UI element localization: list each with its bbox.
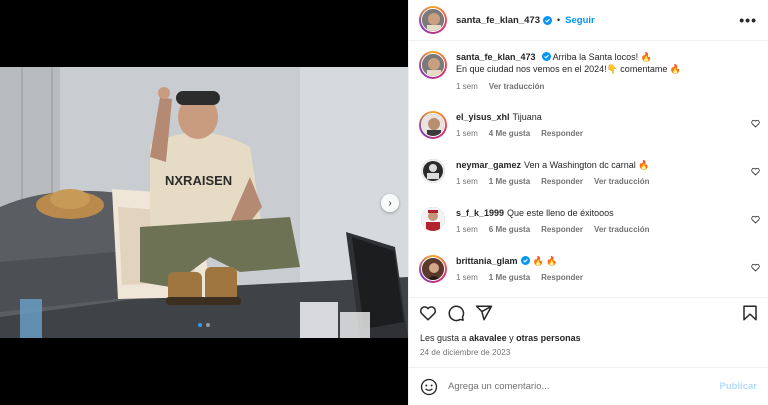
comment-avatar[interactable] bbox=[419, 111, 447, 139]
post-side-panel: santa_fe_klan_473 • Seguir ••• santa_fe_… bbox=[408, 0, 768, 405]
reply-button[interactable]: Responder bbox=[541, 273, 583, 282]
carousel-next-button[interactable]: › bbox=[381, 194, 399, 212]
heart-icon[interactable] bbox=[419, 304, 437, 322]
reply-button[interactable]: Responder bbox=[541, 177, 583, 186]
heart-icon[interactable] bbox=[751, 167, 760, 176]
caption-item: santa_fe_klan_473 Arriba la Santa locos!… bbox=[419, 51, 764, 91]
more-options-icon[interactable]: ••• bbox=[739, 12, 757, 28]
comment-avatar-image bbox=[421, 257, 445, 281]
likes-joiner: y bbox=[509, 333, 514, 343]
post-action-bar bbox=[409, 297, 768, 327]
caption-avatar[interactable] bbox=[419, 51, 447, 79]
comment-likes[interactable]: 6 Me gusta bbox=[489, 225, 530, 234]
caption-username[interactable]: santa_fe_klan_473 bbox=[456, 52, 536, 62]
post-media-panel: NXRAISEN › bbox=[0, 0, 408, 405]
caption-translate-link[interactable]: Ver traducción bbox=[489, 82, 545, 91]
comments-list[interactable]: santa_fe_klan_473 Arriba la Santa locos!… bbox=[409, 41, 768, 297]
share-icon[interactable] bbox=[475, 304, 493, 322]
comment-avatar[interactable] bbox=[421, 207, 445, 231]
carousel-dot bbox=[206, 323, 210, 327]
bookmark-icon[interactable] bbox=[741, 304, 759, 322]
comment-avatar-image bbox=[421, 113, 445, 137]
caption-time: 1 sem bbox=[456, 82, 478, 91]
post-date[interactable]: 24 de diciembre de 2023 bbox=[420, 348, 510, 357]
separator-dot: • bbox=[556, 15, 561, 25]
post-photo[interactable]: NXRAISEN bbox=[0, 67, 408, 338]
liked-by-user[interactable]: akavalee bbox=[469, 333, 507, 343]
caption-line-2: En que ciudad nos vemos en el 2024!👇 com… bbox=[456, 64, 682, 74]
comment-icon[interactable] bbox=[447, 304, 465, 322]
caption-text: santa_fe_klan_473 Arriba la Santa locos!… bbox=[456, 51, 764, 75]
comment-time: 1 sem bbox=[456, 129, 478, 138]
likes-prefix: Les gusta a bbox=[420, 333, 467, 343]
comment-likes[interactable]: 4 Me gusta bbox=[489, 129, 530, 138]
comment-avatar[interactable] bbox=[419, 255, 447, 283]
comment-avatar[interactable] bbox=[421, 159, 445, 183]
likes-summary[interactable]: Les gusta a akavalee y otras personas bbox=[420, 333, 581, 343]
verified-badge-icon bbox=[542, 15, 552, 25]
comment-text: Que este lleno de éxitooos bbox=[507, 208, 614, 218]
svg-text:NXRAISEN: NXRAISEN bbox=[165, 173, 232, 188]
author-avatar[interactable] bbox=[419, 6, 447, 34]
comment-item: el_yisus_xhl Tijuana 1 sem 4 Me gusta Res… bbox=[419, 111, 764, 139]
post-header: santa_fe_klan_473 • Seguir ••• bbox=[409, 0, 768, 41]
author-avatar-image bbox=[421, 8, 445, 32]
post-modal: NXRAISEN › santa_fe_klan_473 • Seguir ••… bbox=[0, 0, 768, 405]
reply-button[interactable]: Responder bbox=[541, 225, 583, 234]
comment-time: 1 sem bbox=[456, 177, 478, 186]
translate-link[interactable]: Ver traducción bbox=[594, 225, 650, 234]
emoji-icon[interactable] bbox=[420, 378, 438, 396]
liked-by-others[interactable]: otras personas bbox=[516, 333, 581, 343]
reply-button[interactable]: Responder bbox=[541, 129, 583, 138]
heart-icon[interactable] bbox=[751, 215, 760, 224]
verified-badge-icon bbox=[520, 256, 530, 265]
comment-item: neymar_gamez Ven a Washington dc carnal 🔥… bbox=[419, 159, 764, 186]
chevron-right-icon: › bbox=[388, 197, 392, 209]
author-username[interactable]: santa_fe_klan_473 bbox=[456, 15, 540, 26]
comment-username[interactable]: neymar_gamez bbox=[456, 160, 521, 170]
heart-icon[interactable] bbox=[751, 119, 760, 128]
follow-button[interactable]: Seguir bbox=[565, 15, 595, 26]
caption-avatar-image bbox=[421, 53, 445, 77]
verified-badge-icon bbox=[541, 52, 551, 61]
comment-username[interactable]: s_f_k_1999 bbox=[456, 208, 504, 218]
carousel-dot-active bbox=[198, 323, 202, 327]
translate-link[interactable]: Ver traducción bbox=[594, 177, 650, 186]
heart-icon[interactable] bbox=[751, 263, 760, 272]
comment-text: 🔥 🔥 bbox=[532, 256, 558, 266]
comment-text: Tijuana bbox=[512, 112, 542, 122]
comment-item: brittania_glam 🔥 🔥 1 sem 1 Me gusta Respo… bbox=[419, 255, 764, 283]
comment-time: 1 sem bbox=[456, 225, 478, 234]
comment-input[interactable] bbox=[448, 381, 708, 392]
comment-time: 1 sem bbox=[456, 273, 478, 282]
comment-likes[interactable]: 1 Me gusta bbox=[489, 177, 530, 186]
publish-button[interactable]: Publicar bbox=[720, 381, 758, 392]
comment-username[interactable]: brittania_glam bbox=[456, 256, 518, 266]
carousel-indicator bbox=[0, 323, 408, 327]
comment-text: Ven a Washington dc carnal 🔥 bbox=[524, 160, 650, 170]
comment-likes[interactable]: 1 Me gusta bbox=[489, 273, 530, 282]
comment-composer: Publicar bbox=[409, 367, 768, 405]
caption-line-1: Arriba la Santa locos! 🔥 bbox=[552, 52, 652, 62]
comment-item: s_f_k_1999 Que este lleno de éxitooos 1 s… bbox=[419, 207, 764, 234]
comment-username[interactable]: el_yisus_xhl bbox=[456, 112, 510, 122]
